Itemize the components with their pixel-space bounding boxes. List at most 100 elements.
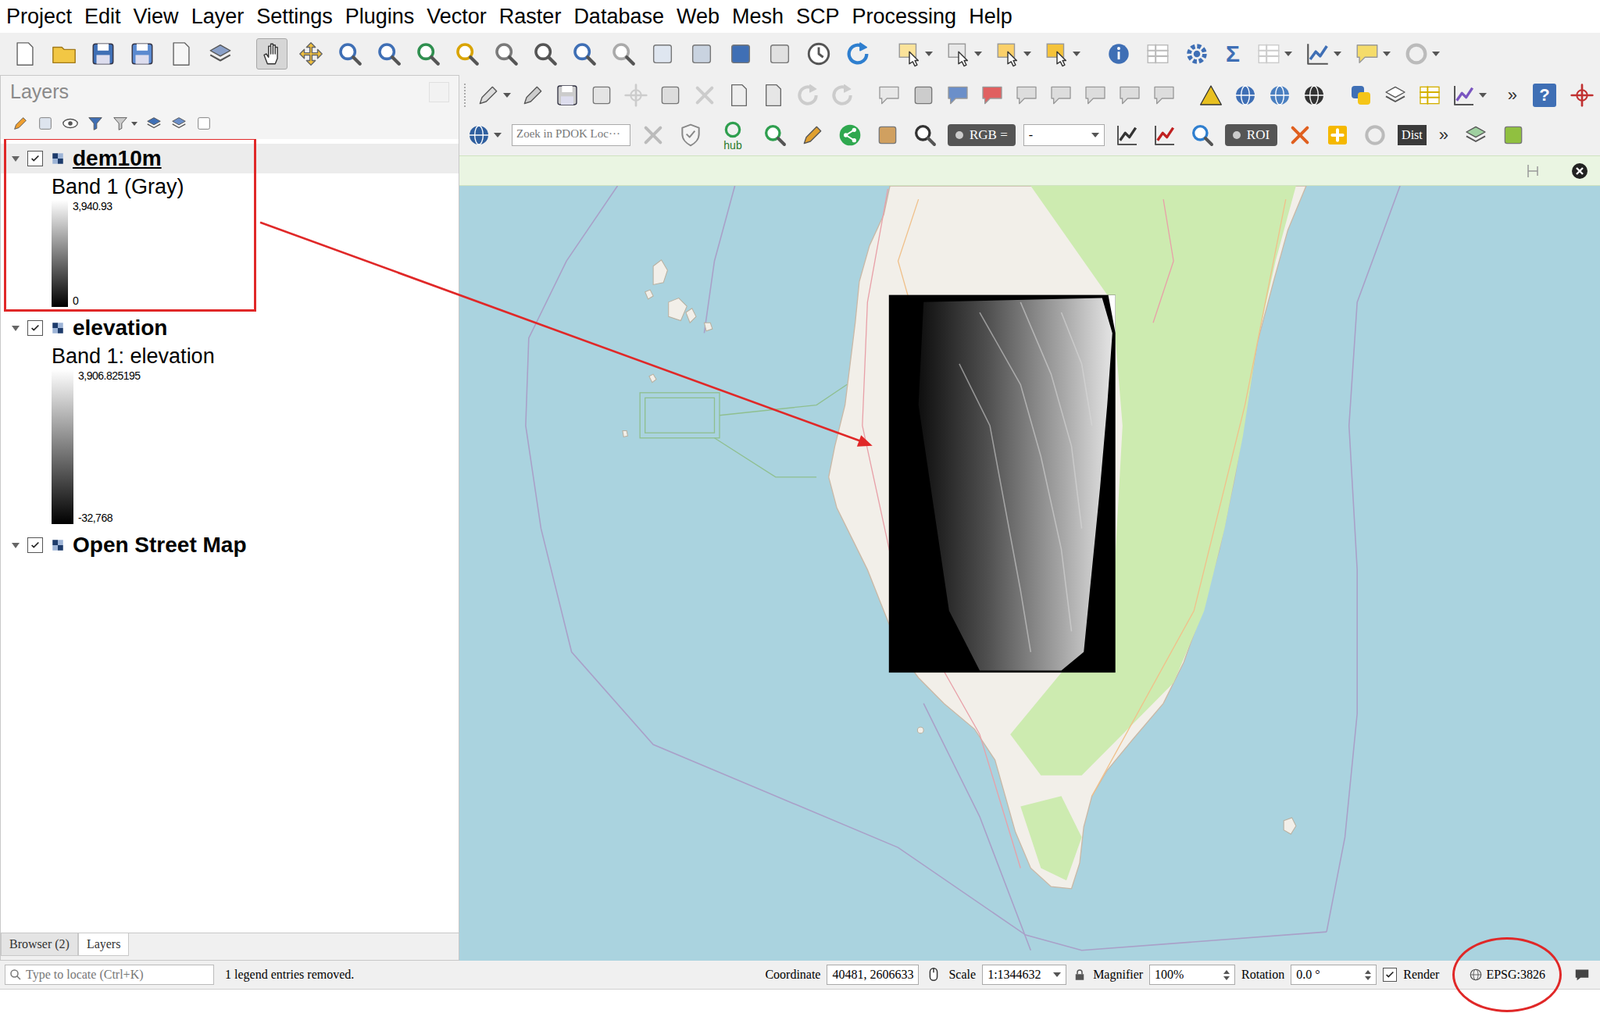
tool-button[interactable] xyxy=(1041,38,1083,70)
dropdown-arrow[interactable] xyxy=(1432,51,1440,57)
tool-button[interactable] xyxy=(1567,79,1597,111)
tool-button[interactable] xyxy=(568,38,600,70)
spin-arrows[interactable] xyxy=(1364,970,1372,981)
toolbar-overflow-button[interactable]: » xyxy=(1503,85,1522,106)
tool-button[interactable] xyxy=(893,38,936,70)
coordinate-field[interactable]: 40481, 2606633 xyxy=(826,964,919,986)
tool-button[interactable] xyxy=(412,38,444,70)
tool-button[interactable] xyxy=(204,38,236,70)
tool-button[interactable] xyxy=(552,79,583,111)
tool-button[interactable] xyxy=(1196,79,1226,111)
menu-item[interactable]: Database xyxy=(567,4,671,29)
tool-button[interactable] xyxy=(792,79,823,111)
dropdown-arrow[interactable] xyxy=(1091,132,1100,138)
panel-tool-button[interactable] xyxy=(111,114,138,133)
spin-arrows[interactable] xyxy=(1223,970,1230,981)
panel-tool-button[interactable] xyxy=(170,114,188,133)
tool-button[interactable] xyxy=(942,79,973,111)
plugin-hub-button[interactable]: hub xyxy=(722,119,743,151)
tool-button[interactable] xyxy=(126,38,158,70)
tool-button[interactable] xyxy=(1112,119,1143,151)
map-canvas[interactable] xyxy=(459,185,1600,961)
tool-button[interactable] xyxy=(373,38,405,70)
panel-tool-button[interactable] xyxy=(11,114,29,133)
tool-button[interactable] xyxy=(685,38,718,70)
dropdown-arrow[interactable] xyxy=(503,92,511,98)
tool-button[interactable] xyxy=(48,38,80,70)
messages-icon[interactable] xyxy=(1573,966,1591,984)
crs-button[interactable]: EPSG:3826 xyxy=(1468,967,1546,983)
tool-button[interactable] xyxy=(725,38,757,70)
tool-button[interactable] xyxy=(675,119,706,151)
dropdown-arrow[interactable] xyxy=(1333,51,1342,57)
tool-button[interactable] xyxy=(529,38,561,70)
tool-button[interactable] xyxy=(1299,79,1329,111)
panel-tab[interactable]: Layers xyxy=(78,933,130,957)
menu-item[interactable]: Mesh xyxy=(725,4,790,29)
expand-arrow-icon[interactable] xyxy=(11,156,20,162)
tool-button[interactable] xyxy=(1253,38,1295,70)
tool-button[interactable] xyxy=(1080,79,1111,111)
expand-arrow-icon[interactable] xyxy=(11,542,20,549)
tool-button[interactable] xyxy=(1360,119,1390,151)
layer-checkbox[interactable] xyxy=(27,150,43,167)
menu-item[interactable]: Help xyxy=(962,4,1019,29)
tool-button[interactable] xyxy=(1187,119,1218,151)
tool-button[interactable] xyxy=(621,79,651,111)
tool-button[interactable] xyxy=(256,38,288,70)
dropdown-arrow[interactable] xyxy=(925,51,933,57)
dock-icon[interactable] xyxy=(1523,161,1543,181)
tool-button[interactable] xyxy=(908,79,939,111)
tool-button[interactable] xyxy=(1498,119,1529,151)
tool-button[interactable] xyxy=(1046,79,1076,111)
menu-item[interactable]: Plugins xyxy=(339,4,422,29)
tool-button[interactable] xyxy=(1346,79,1376,111)
dropdown-arrow[interactable] xyxy=(1023,51,1032,57)
tool-button[interactable] xyxy=(1103,38,1135,70)
dropdown-arrow[interactable] xyxy=(1072,51,1081,57)
dropdown-arrow[interactable] xyxy=(131,121,138,126)
expand-arrow-icon[interactable] xyxy=(11,325,20,332)
tool-button[interactable] xyxy=(638,119,668,151)
scale-field[interactable]: 1:1344632 xyxy=(982,964,1067,986)
tool-button[interactable] xyxy=(1414,79,1445,111)
tool-button[interactable] xyxy=(977,79,1008,111)
tool-button[interactable] xyxy=(689,79,720,111)
menu-item[interactable]: SCP xyxy=(789,4,847,29)
rgb-toggle[interactable]: RGB = xyxy=(947,124,1016,147)
tool-button[interactable] xyxy=(1181,38,1213,70)
dropdown-arrow[interactable] xyxy=(493,132,502,138)
panel-tab[interactable]: Browser (2) xyxy=(0,933,79,957)
tool-button[interactable] xyxy=(764,38,796,70)
menu-item[interactable]: View xyxy=(127,4,186,29)
mouse-coordinate-icon[interactable] xyxy=(925,966,943,984)
tool-button[interactable] xyxy=(758,79,789,111)
tool-button[interactable] xyxy=(517,79,548,111)
layer-checkbox[interactable] xyxy=(27,537,43,554)
toolbar-grip[interactable] xyxy=(464,83,469,108)
tool-button[interactable] xyxy=(1460,119,1491,151)
tool-button[interactable] xyxy=(803,38,835,70)
layer-row[interactable]: dem10m xyxy=(0,143,459,174)
tool-button[interactable] xyxy=(1150,119,1180,151)
tool-button[interactable] xyxy=(874,79,904,111)
layer-row[interactable]: Open Street Map xyxy=(0,530,459,561)
statistics-summary-button[interactable]: Σ xyxy=(1220,38,1246,70)
panel-tool-button[interactable] xyxy=(145,114,163,133)
roi-toggle[interactable]: ROI xyxy=(1225,124,1278,147)
menu-item[interactable]: Raster xyxy=(492,4,568,29)
layer-row[interactable]: elevation xyxy=(0,313,459,343)
rotation-field[interactable]: 0.0 ° xyxy=(1290,964,1377,986)
menu-item[interactable]: Layer xyxy=(185,4,251,29)
menu-item[interactable]: Edit xyxy=(78,4,128,29)
tool-button[interactable] xyxy=(1149,79,1179,111)
layer-name[interactable]: elevation xyxy=(72,315,168,341)
dropdown-arrow[interactable] xyxy=(1382,51,1391,57)
tool-button[interactable] xyxy=(1264,79,1295,111)
tool-button[interactable] xyxy=(473,79,514,111)
tool-button[interactable] xyxy=(607,38,640,70)
panel-tool-button[interactable] xyxy=(86,114,104,133)
tool-button[interactable] xyxy=(1449,79,1490,111)
close-icon[interactable] xyxy=(1570,161,1590,181)
tool-button[interactable] xyxy=(586,79,617,111)
